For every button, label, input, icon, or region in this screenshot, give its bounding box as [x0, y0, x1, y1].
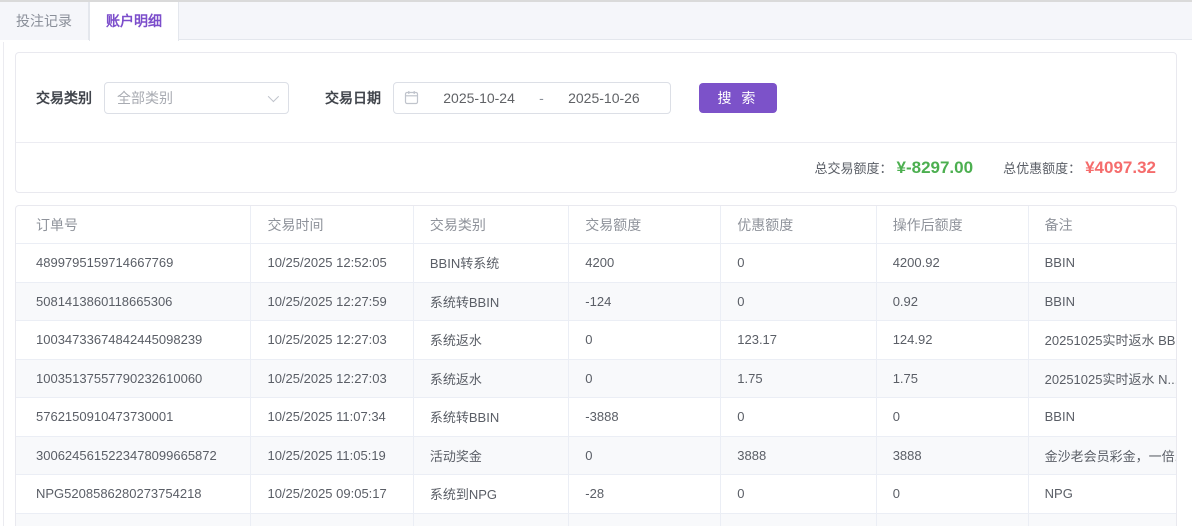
table-cell: 10034733674842445098239	[16, 321, 251, 359]
table-cell: 10/25/2025 12:52:05	[251, 244, 413, 282]
table-cell: 系统转BBIN	[414, 283, 569, 321]
table-cell: 10035137557790232610060	[16, 360, 251, 398]
table-cell: 4200.92	[877, 244, 1029, 282]
table-cell: 0	[569, 321, 721, 359]
total-transaction-group: 总交易额度： ¥-8297.00	[814, 158, 973, 178]
table-row: 1003473367484244509823910/25/2025 12:27:…	[16, 321, 1176, 360]
table-cell: 10/25/2025 12:27:03	[251, 360, 413, 398]
table-cell	[251, 514, 413, 526]
table-cell: 3006245615223478099665872	[16, 437, 251, 475]
table-cell: 系统返水	[414, 360, 569, 398]
total-transaction-label: 总交易额度：	[814, 158, 892, 177]
table-cell: 1.75	[721, 360, 876, 398]
table-cell: 4200	[569, 244, 721, 282]
transactions-table: 订单号交易时间交易类别交易额度优惠额度操作后额度备注 4899795159714…	[15, 205, 1177, 526]
table-cell: 1.75	[877, 360, 1029, 398]
table-cell: 0.92	[877, 283, 1029, 321]
search-button[interactable]: 搜 索	[699, 83, 777, 113]
table-cell: 系统到NPG	[414, 475, 569, 513]
table-cell	[414, 514, 569, 526]
transaction-date-label: 交易日期	[325, 88, 381, 108]
table-cell	[1029, 514, 1176, 526]
transaction-type-select[interactable]: 全部类别	[104, 82, 289, 114]
table-cell: 20251025实时返水 BB...	[1029, 321, 1176, 359]
column-header: 操作后额度	[877, 206, 1029, 243]
table-cell: -124	[569, 283, 721, 321]
transaction-type-label: 交易类别	[36, 88, 92, 108]
filter-row: 交易类别 全部类别 交易日期 2025-10-24 - 2025-10-26 搜…	[16, 53, 1176, 143]
table-cell: -28	[569, 475, 721, 513]
transaction-type-value: 全部类别	[117, 88, 262, 108]
table-cell: 20251025实时返水 N...	[1029, 360, 1176, 398]
table-cell: 0	[721, 475, 876, 513]
table-cell: 0	[877, 398, 1029, 436]
table-cell: 系统转BBIN	[414, 398, 569, 436]
table-cell: 0	[569, 360, 721, 398]
table-cell: 金沙老会员彩金，一倍...	[1029, 437, 1176, 475]
table-cell: 系统返水	[414, 321, 569, 359]
tab-bar: 投注记录 账户明细	[0, 0, 1192, 40]
total-discount-group: 总优惠额度： ¥4097.32	[1003, 158, 1156, 178]
table-cell: 10/25/2025 11:05:19	[251, 437, 413, 475]
calendar-icon	[404, 90, 419, 105]
tab-betting-records[interactable]: 投注记录	[0, 2, 89, 40]
table-cell	[721, 514, 876, 526]
table-cell: 10/25/2025 09:05:17	[251, 475, 413, 513]
summary-row: 总交易额度： ¥-8297.00 总优惠额度： ¥4097.32	[16, 143, 1176, 192]
table-cell: NPG5208586280273754218	[16, 475, 251, 513]
table-cell: 0	[721, 283, 876, 321]
table-cell: 123.17	[721, 321, 876, 359]
column-header: 交易额度	[569, 206, 721, 243]
table-cell: 0	[721, 398, 876, 436]
table-cell	[877, 514, 1029, 526]
table-row: NPG520858628027375421810/25/2025 09:05:1…	[16, 475, 1176, 514]
table-cell: 5081413860118665306	[16, 283, 251, 321]
table-body: 489979515971466776910/25/2025 12:52:05BB…	[16, 244, 1176, 526]
table-cell: 5762150910473730001	[16, 398, 251, 436]
table-cell: NPG	[1029, 475, 1176, 513]
table-row: 1003513755779023261006010/25/2025 12:27:…	[16, 360, 1176, 399]
date-range-input[interactable]: 2025-10-24 - 2025-10-26	[393, 82, 671, 114]
column-header: 备注	[1029, 206, 1176, 243]
table-cell: 10/25/2025 11:07:34	[251, 398, 413, 436]
table-row: 489979515971466776910/25/2025 12:52:05BB…	[16, 244, 1176, 283]
table-header-row: 订单号交易时间交易类别交易额度优惠额度操作后额度备注	[16, 206, 1176, 244]
table-cell: 124.92	[877, 321, 1029, 359]
table-cell: BBIN	[1029, 283, 1176, 321]
table-cell: 3888	[721, 437, 876, 475]
total-discount-value: ¥4097.32	[1085, 158, 1156, 178]
tab-account-details[interactable]: 账户明细	[89, 2, 179, 41]
table-row: 508141386011866530610/25/2025 12:27:59系统…	[16, 283, 1176, 322]
table-row	[16, 514, 1176, 526]
total-transaction-value: ¥-8297.00	[897, 158, 974, 178]
table-cell: 0	[877, 475, 1029, 513]
date-end-value[interactable]: 2025-10-26	[548, 90, 660, 106]
table-cell: 0	[721, 244, 876, 282]
column-header: 交易类别	[414, 206, 569, 243]
table-row: 576215091047373000110/25/2025 11:07:34系统…	[16, 398, 1176, 437]
table-cell: 4899795159714667769	[16, 244, 251, 282]
table-cell: BBIN	[1029, 244, 1176, 282]
table-cell: 10/25/2025 12:27:59	[251, 283, 413, 321]
date-range-separator: -	[535, 90, 548, 106]
filter-card: 交易类别 全部类别 交易日期 2025-10-24 - 2025-10-26 搜…	[15, 52, 1177, 193]
table-cell: -3888	[569, 398, 721, 436]
table-cell: 10/25/2025 12:27:03	[251, 321, 413, 359]
table-cell: 3888	[877, 437, 1029, 475]
table-cell: 活动奖金	[414, 437, 569, 475]
column-header: 订单号	[16, 206, 251, 243]
table-cell	[16, 514, 251, 526]
page-edge-divider	[3, 42, 4, 526]
table-cell	[569, 514, 721, 526]
column-header: 优惠额度	[721, 206, 876, 243]
date-start-value[interactable]: 2025-10-24	[423, 90, 535, 106]
table-cell: 0	[569, 437, 721, 475]
total-discount-label: 总优惠额度：	[1003, 158, 1081, 177]
table-row: 300624561522347809966587210/25/2025 11:0…	[16, 437, 1176, 476]
chevron-down-icon	[268, 90, 279, 101]
table-cell: BBIN转系统	[414, 244, 569, 282]
column-header: 交易时间	[251, 206, 413, 243]
table-cell: BBIN	[1029, 398, 1176, 436]
